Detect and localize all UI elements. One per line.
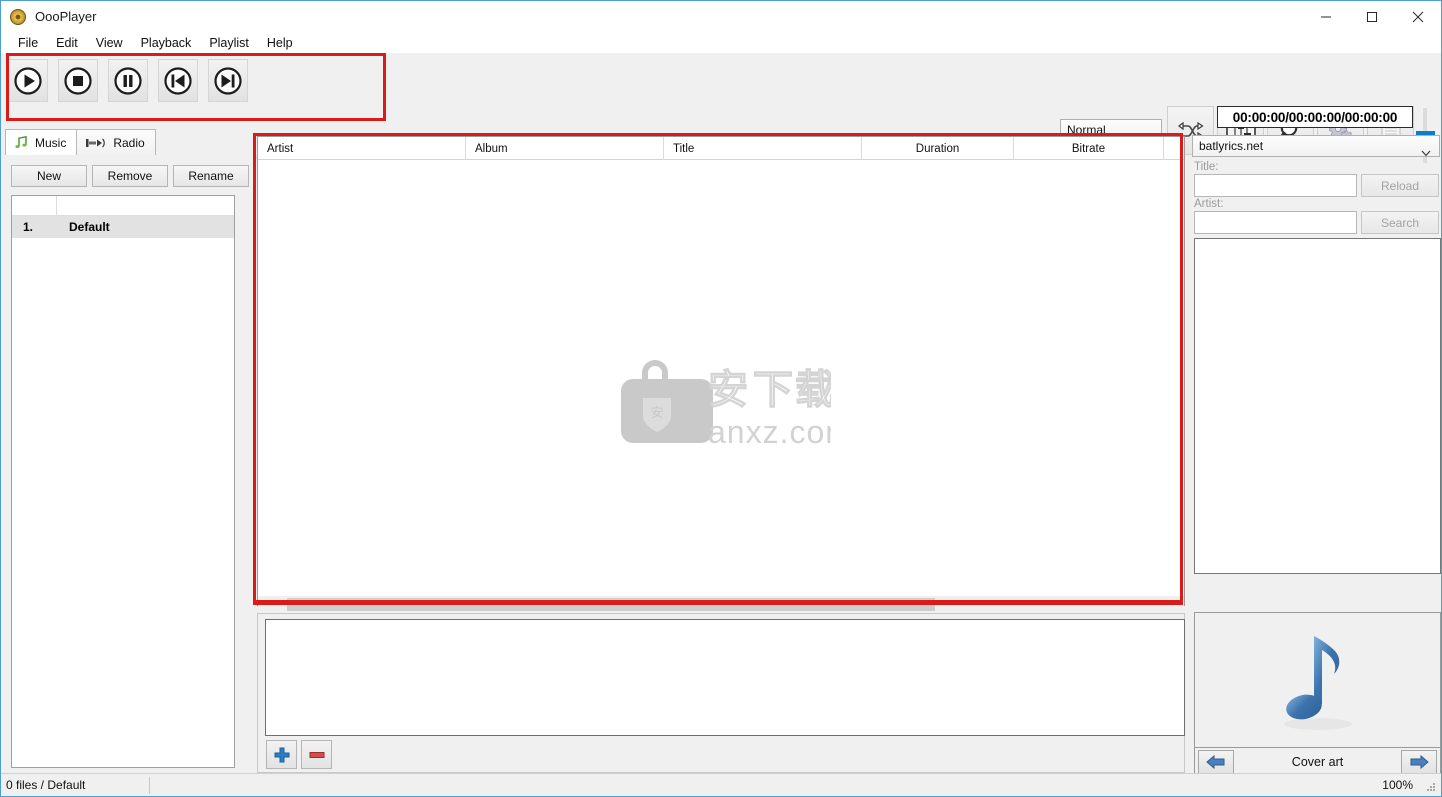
playlist-action-buttons: New Remove Rename xyxy=(11,165,249,187)
music-note-icon xyxy=(1283,636,1352,730)
menu-item-playlist[interactable]: Playlist xyxy=(200,34,258,52)
reload-button[interactable]: Reload xyxy=(1361,174,1439,197)
next-cover-button[interactable] xyxy=(1401,750,1437,774)
music-note-icon xyxy=(14,135,29,150)
cover-art-label: Cover art xyxy=(1291,755,1344,769)
playlist-index: 1. xyxy=(23,220,34,234)
new-playlist-button[interactable]: New xyxy=(11,165,87,187)
add-button[interactable] xyxy=(266,740,297,769)
playback-mode-value: Normal xyxy=(1067,123,1106,137)
artist-field[interactable] xyxy=(1194,211,1357,234)
chevron-down-icon xyxy=(1421,143,1431,163)
menu-item-view[interactable]: View xyxy=(87,34,132,52)
rename-playlist-button[interactable]: Rename xyxy=(173,165,249,187)
next-button[interactable] xyxy=(208,59,248,102)
menu-item-file[interactable]: File xyxy=(9,34,47,52)
close-icon[interactable] xyxy=(1395,1,1441,32)
lyrics-source-value: batlyrics.net xyxy=(1199,139,1264,153)
column-header-artist[interactable]: Artist xyxy=(258,137,466,160)
previous-track-icon xyxy=(164,66,192,95)
column-divider xyxy=(56,196,57,216)
play-button[interactable] xyxy=(8,59,48,102)
column-header-spare xyxy=(1164,137,1186,160)
playlist-list-header xyxy=(12,196,234,216)
column-header-title[interactable]: Title xyxy=(664,137,862,160)
pause-icon xyxy=(114,66,142,95)
artist-field-label: Artist: xyxy=(1194,198,1224,210)
disc-icon xyxy=(10,8,26,25)
playlist-list[interactable]: 1. Default xyxy=(11,195,235,768)
playlist-grid[interactable]: Artist Album Title Duration Bitrate xyxy=(257,136,1185,606)
stop-button[interactable] xyxy=(58,59,98,102)
tab-radio-label: Radio xyxy=(113,135,145,150)
playlist-horizontal-scrollbar[interactable] xyxy=(258,596,1184,612)
scrollbar-thumb[interactable] xyxy=(287,598,935,611)
list-item[interactable]: 1. Default xyxy=(12,216,234,238)
status-files: 0 files / Default xyxy=(6,778,86,792)
title-field[interactable] xyxy=(1194,174,1357,197)
tab-music[interactable]: Music xyxy=(5,129,78,155)
status-bar: 0 files / Default 100% xyxy=(1,773,1441,796)
lyrics-source-select[interactable]: batlyrics.net xyxy=(1192,135,1440,157)
sidebar-tabs: Music Radio xyxy=(5,129,156,155)
lower-text-area[interactable] xyxy=(265,619,1185,736)
column-header-album-label: Album xyxy=(475,142,508,155)
radio-antenna-icon xyxy=(85,136,107,150)
sidebar: Music Radio New Remove Rename 1. Default xyxy=(5,129,255,773)
tab-radio[interactable]: Radio xyxy=(76,129,156,155)
window-controls xyxy=(1303,1,1441,32)
tab-music-label: Music xyxy=(35,135,67,150)
pause-button[interactable] xyxy=(108,59,148,102)
plus-icon xyxy=(274,747,289,762)
window-title: OooPlayer xyxy=(35,9,97,24)
menu-item-edit[interactable]: Edit xyxy=(47,34,87,52)
minimize-icon[interactable] xyxy=(1303,1,1349,32)
resize-grip-icon[interactable] xyxy=(1425,781,1437,793)
search-lyrics-button[interactable]: Search xyxy=(1361,211,1439,234)
playlist-grid-header: Artist Album Title Duration Bitrate xyxy=(258,137,1184,160)
previous-cover-button[interactable] xyxy=(1198,750,1234,774)
column-header-bitrate-label: Bitrate xyxy=(1071,142,1106,155)
time-display: 00:00:00/00:00:00/00:00:00 xyxy=(1217,106,1413,128)
minus-icon xyxy=(309,751,324,758)
maximize-icon[interactable] xyxy=(1349,1,1395,32)
column-header-title-label: Title xyxy=(673,142,695,155)
transport-controls xyxy=(8,59,248,102)
menu-item-playback[interactable]: Playback xyxy=(132,34,201,52)
play-icon xyxy=(14,66,42,95)
remove-button[interactable] xyxy=(301,740,332,769)
arrow-left-icon xyxy=(1206,754,1225,770)
remove-playlist-button[interactable]: Remove xyxy=(92,165,168,187)
menu-item-help[interactable]: Help xyxy=(258,34,302,52)
cover-art-display[interactable] xyxy=(1194,612,1441,747)
column-header-duration[interactable]: Duration xyxy=(862,137,1014,160)
lower-panel-buttons xyxy=(266,740,332,769)
status-divider xyxy=(149,776,150,794)
title-field-label: Title: xyxy=(1194,161,1219,173)
arrow-right-icon xyxy=(1410,754,1429,770)
column-header-album[interactable]: Album xyxy=(466,137,664,160)
stop-icon xyxy=(64,66,92,95)
app-window: OooPlayer File Edit View Playback Playli… xyxy=(0,0,1442,797)
lyrics-panel: batlyrics.net Title: Reload Artist: Sear… xyxy=(1192,135,1442,777)
previous-button[interactable] xyxy=(158,59,198,102)
menu-bar: File Edit View Playback Playlist Help xyxy=(1,32,1441,53)
column-header-bitrate[interactable]: Bitrate xyxy=(1014,137,1164,160)
playlist-name: Default xyxy=(69,220,110,234)
column-header-artist-label: Artist xyxy=(267,142,294,155)
title-bar: OooPlayer xyxy=(1,1,1441,32)
next-track-icon xyxy=(214,66,242,95)
column-header-duration-label: Duration xyxy=(915,142,960,155)
lyrics-text-area[interactable] xyxy=(1194,238,1441,574)
